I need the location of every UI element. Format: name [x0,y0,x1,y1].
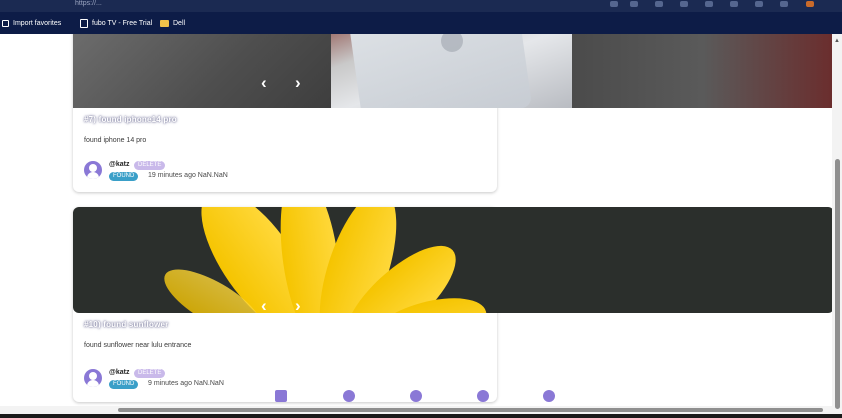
favorite-import[interactable]: Import favorites [2,12,61,34]
extension-icon[interactable] [630,1,638,7]
vertical-scrollbar[interactable]: ▲ [832,34,842,418]
post-description: found sunflower near lulu entrance [84,342,192,349]
username[interactable]: @katz [109,369,129,376]
post-timestamp: 19 minutes ago NaN.NaN [148,172,228,179]
status-badge: FOUND [109,380,139,389]
window-bottom-edge [0,414,842,418]
post-image-carousel: ‹ › [73,207,834,313]
extension-icon[interactable] [610,1,618,7]
carousel-next-button[interactable]: › [295,74,301,91]
post-title: #7) found iphone14 pro [84,115,177,124]
profile-icon[interactable] [543,390,555,402]
post-card: ‹ › #10) found sunflower found sunflower… [73,207,834,402]
carousel-next-button[interactable]: › [295,297,301,313]
extension-icon[interactable] [680,1,688,7]
favorites-bar: Import favorites fubo TV - Free Trial De… [0,12,842,34]
import-icon [2,19,9,27]
extension-icon[interactable] [780,1,788,7]
carousel-photo [572,34,834,108]
post-description: found iphone 14 pro [84,137,147,144]
post-timestamp: 9 minutes ago NaN.NaN [148,380,224,387]
post-title: #10) found sunflower [84,320,169,329]
location-icon[interactable] [477,390,489,402]
post-image-carousel: ‹ › [73,34,834,108]
browser-top-strip: https://... [0,0,842,12]
post-card: ‹ › #7) found iphone14 pro found iphone … [73,34,834,192]
scroll-up-arrow-icon[interactable]: ▲ [834,38,840,44]
extension-icon[interactable] [730,1,738,7]
extension-icon[interactable] [705,1,713,7]
carousel-prev-button[interactable]: ‹ [261,297,267,313]
username[interactable]: @katz [109,161,129,168]
scrollbar-thumb[interactable] [835,159,840,409]
favorite-label: Import favorites [13,19,62,27]
page-content: ‹ › #7) found iphone14 pro found iphone … [0,34,842,418]
horizontal-scrollbar[interactable] [0,406,832,414]
folder-icon [160,19,169,27]
page-icon [80,18,88,28]
extension-icon[interactable] [655,1,663,7]
favorite-fubo[interactable]: fubo TV - Free Trial [80,12,152,34]
carousel-prev-button[interactable]: ‹ [261,74,267,91]
avatar[interactable] [84,161,102,179]
compass-icon[interactable] [343,390,355,402]
chat-icon[interactable] [275,390,287,402]
avatar[interactable] [84,369,102,387]
favorite-dell[interactable]: Dell [160,12,185,34]
status-badge: FOUND [109,172,139,181]
scrollbar-thumb[interactable] [118,408,823,412]
delete-button[interactable]: DELETE [134,369,166,378]
profile-avatar-icon[interactable] [806,1,814,7]
favorite-label: Dell [173,19,186,27]
carousel-photo [331,34,572,108]
favorite-label: fubo TV - Free Trial [92,19,153,27]
carousel-photo [73,34,331,108]
extension-icon[interactable] [755,1,763,7]
address-bar[interactable]: https://... [75,0,175,8]
delete-button[interactable]: DELETE [134,161,166,170]
add-icon[interactable] [410,390,422,402]
